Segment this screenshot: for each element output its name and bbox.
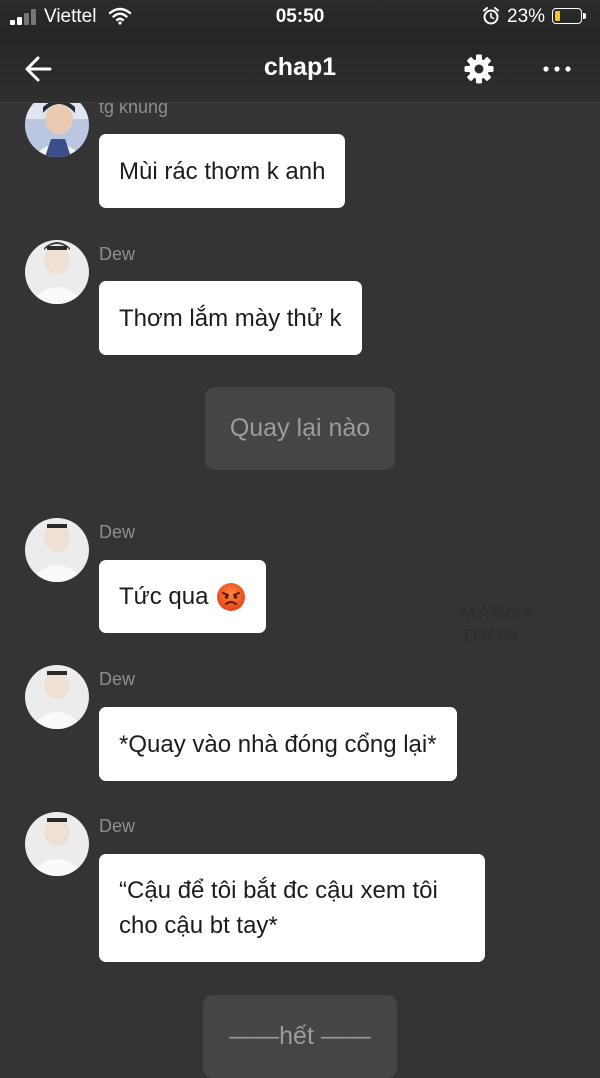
watermark: MANGA TOON: [460, 604, 537, 647]
message-sender: Dew: [99, 244, 136, 264]
more-horizontal-icon[interactable]: [540, 52, 574, 86]
page-title: chap1: [263, 53, 337, 81]
gear-icon[interactable]: [462, 52, 496, 86]
message-bubble[interactable]: *Quay vào nhà đóng cổng lại*: [99, 707, 457, 781]
narration-bubble[interactable]: ——hết ——: [203, 995, 397, 1078]
message-sender: Dew: [99, 522, 136, 542]
message-text: “Cậu để tôi bắt đc cậu xem tôi cho cậu b…: [119, 877, 438, 939]
avatar-photo: [25, 812, 89, 876]
message-text: *Quay vào nhà đóng cổng lại*: [119, 730, 437, 758]
battery-icon: [552, 8, 586, 24]
avatar-photo: [25, 665, 89, 729]
message-sender: Dew: [99, 816, 136, 836]
avatar[interactable]: [25, 240, 89, 304]
avatar-photo: [25, 240, 89, 304]
message-bubble[interactable]: Thơm lắm mày thử k: [99, 281, 362, 355]
chat-area[interactable]: tg khung Mùi rác thơm k anh Dew Thơm lắm…: [0, 0, 600, 1078]
message-sender: Dew: [99, 669, 136, 689]
angry-face-icon: [217, 582, 246, 611]
narration-text: Quay lại nào: [229, 414, 371, 442]
message-bubble[interactable]: Mùi rác thơm k anh: [99, 134, 346, 208]
battery-level: [555, 11, 560, 21]
avatar[interactable]: [25, 518, 89, 582]
avatar-photo: [25, 518, 89, 582]
battery-percent: 23%: [507, 6, 546, 27]
message-text: Mùi rác thơm k anh: [119, 157, 326, 185]
avatar[interactable]: [25, 665, 89, 729]
message-bubble[interactable]: “Cậu để tôi bắt đc cậu xem tôi cho cậu b…: [99, 854, 485, 962]
narration-bubble[interactable]: Quay lại nào: [205, 387, 395, 470]
avatar[interactable]: [25, 812, 89, 876]
message-bubble[interactable]: Tức qua: [99, 560, 267, 633]
alarm-clock-icon: [483, 7, 499, 25]
message-text: Thơm lắm mày thử k: [119, 304, 342, 332]
message-text: Tức qua: [119, 583, 209, 610]
status-bar: Viettel 05:50 23%: [0, 0, 600, 34]
navigation-bar: chap1: [0, 34, 600, 103]
narration-text: ——hết ——: [229, 1022, 371, 1050]
